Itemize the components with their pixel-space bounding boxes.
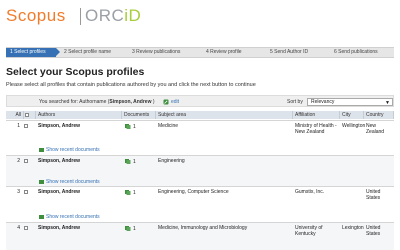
step-arrow-icon: [56, 48, 60, 56]
search-summary-bar: You searched for: Authorname (Simpson, A…: [6, 95, 394, 107]
header-subject-area[interactable]: Subject area: [156, 111, 293, 119]
step-select-profiles[interactable]: 1 Select profiles: [6, 48, 56, 57]
step-send-publications[interactable]: 6 Send publications: [334, 48, 378, 57]
scopus-logo: Scopus: [6, 6, 66, 25]
documents-icon: [125, 124, 131, 129]
author-name[interactable]: Simpson, Andrew: [38, 189, 80, 196]
document-count[interactable]: 1: [133, 190, 136, 197]
sort-select-value: Relevancy: [311, 99, 335, 105]
header-affiliation[interactable]: Affiliation: [293, 111, 340, 119]
sort-select[interactable]: Relevancy ▼: [307, 98, 393, 106]
affiliation: Gumstix, Inc.: [295, 189, 325, 195]
subject-area: Engineering, Computer Science: [158, 189, 229, 195]
step-label: 4 Review profile: [206, 49, 242, 55]
country: United States: [366, 189, 381, 201]
subject-area: Medicine: [158, 123, 179, 129]
author-name[interactable]: Simpson, Andrew: [38, 225, 80, 232]
table-row: 4 Simpson, Andrew 1 Medicine, Immunology…: [6, 222, 394, 250]
table-row: 2 Simpson, Andrew 1 Engineering Show rec…: [6, 155, 394, 186]
header-select-all: [24, 111, 36, 119]
author-name[interactable]: Simpson, Andrew: [38, 123, 80, 130]
subject-area: Engineering: [158, 158, 185, 164]
row-checkbox[interactable]: [24, 226, 28, 230]
documents-icon: [39, 148, 44, 152]
search-prefix: You searched for: Authorname (: [39, 99, 110, 105]
row-index: 2: [17, 158, 20, 164]
search-summary-text: You searched for: Authorname (Simpson, A…: [39, 99, 155, 105]
row-checkbox[interactable]: [24, 124, 28, 128]
page-subtitle: Please select all profiles that contain …: [6, 82, 256, 88]
documents-icon: [125, 159, 131, 164]
documents-icon: [39, 180, 44, 184]
table-row: 3 Simpson, Andrew 1 Engineering, Compute…: [6, 186, 394, 222]
header-documents[interactable]: Documents: [122, 111, 156, 119]
orcid-logo-suffix: iD: [124, 6, 142, 25]
search-query: Simpson, Andrew: [109, 99, 152, 105]
wizard-steps: 1 Select profiles 2 Select profile name …: [6, 47, 394, 58]
header-city[interactable]: City: [340, 111, 364, 119]
page-title: Select your Scopus profiles: [6, 66, 145, 78]
step-label: 3 Review publications: [132, 49, 181, 55]
profiles-table: All Authors Documents Subject area Affil…: [6, 111, 394, 250]
show-recent-documents-link[interactable]: Show recent documents: [46, 147, 100, 154]
country: United States: [366, 225, 381, 237]
table-row: 1 Simpson, Andrew 1 Medicine Ministry of…: [6, 120, 394, 155]
affiliation: University of Kentucky: [295, 225, 323, 237]
document-count[interactable]: 1: [133, 226, 136, 233]
row-checkbox[interactable]: [24, 159, 28, 163]
step-select-profile-name[interactable]: 2 Select profile name: [64, 48, 111, 57]
step-label: 2 Select profile name: [64, 49, 111, 55]
edit-search-link[interactable]: edit: [171, 99, 179, 105]
row-index: 1: [17, 123, 20, 129]
step-label: 1 Select profiles: [10, 49, 46, 55]
city: Lexington: [342, 225, 364, 231]
header-country[interactable]: Country: [364, 111, 394, 119]
step-review-publications[interactable]: 3 Review publications: [132, 48, 180, 57]
caret-down-icon: ▼: [385, 100, 390, 106]
step-review-profile[interactable]: 4 Review profile: [206, 48, 242, 57]
document-count[interactable]: 1: [133, 124, 136, 131]
orcid-logo-prefix: ORC: [85, 6, 125, 25]
header-all: All: [6, 111, 24, 119]
documents-icon: [125, 190, 131, 195]
documents-icon: [125, 226, 131, 231]
row-index: 3: [17, 189, 20, 195]
affiliation: Ministry of Health - New Zealand: [295, 123, 337, 135]
sort-label: Sort by: [287, 99, 303, 105]
city: Wellington: [342, 123, 366, 129]
show-recent-documents-link[interactable]: Show recent documents: [46, 179, 100, 186]
subject-area: Medicine, Immunology and Microbiology: [158, 225, 248, 231]
header-authors[interactable]: Authors: [36, 111, 122, 119]
author-name[interactable]: Simpson, Andrew: [38, 158, 80, 165]
step-label: 6 Send publications: [334, 49, 378, 55]
edit-icon[interactable]: [163, 99, 169, 105]
step-send-author-id[interactable]: 5 Send Author ID: [270, 48, 308, 57]
row-checkbox[interactable]: [24, 190, 28, 194]
logo-divider: [80, 8, 81, 25]
orcid-logo: ORCiD: [85, 5, 141, 27]
row-index: 4: [17, 225, 20, 231]
document-count[interactable]: 1: [133, 159, 136, 166]
documents-icon: [39, 215, 44, 219]
step-label: 5 Send Author ID: [270, 49, 309, 55]
country: New Zealand: [366, 123, 385, 135]
select-all-checkbox[interactable]: [25, 112, 29, 117]
search-suffix: ): [151, 99, 155, 105]
show-recent-documents-link[interactable]: Show recent documents: [46, 214, 100, 221]
